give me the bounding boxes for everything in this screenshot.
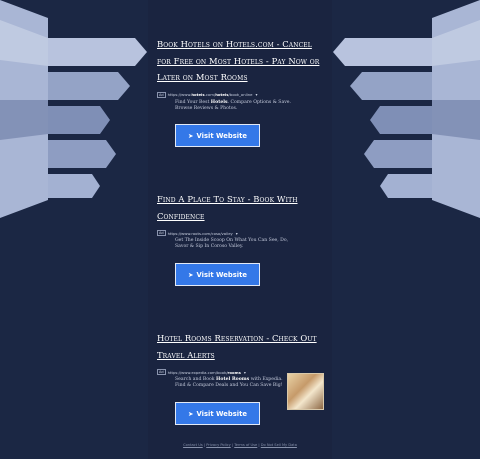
button-label: Visit Website bbox=[196, 270, 247, 279]
arrow-icon: ➤ bbox=[188, 131, 194, 140]
ad-result-1: Book Hotels on Hotels.com - Cancel for F… bbox=[157, 36, 327, 112]
decorative-left-art bbox=[0, 0, 147, 218]
arrow-icon: ➤ bbox=[188, 409, 194, 418]
visit-website-button[interactable]: ➤ Visit Website bbox=[175, 263, 260, 286]
display-url[interactable]: https://www.roots.com/coso/valley bbox=[168, 231, 233, 236]
visit-website-button[interactable]: ➤ Visit Website bbox=[175, 402, 260, 425]
footer-links: Contact Us | Privacy Policy | Terms of U… bbox=[148, 443, 332, 447]
decorative-right-art bbox=[333, 0, 480, 218]
ad-badge: Ad bbox=[157, 369, 166, 375]
ad-result-2: Find A Place To Stay - Book With Confide… bbox=[157, 191, 327, 250]
footer-link-privacy[interactable]: Privacy Policy bbox=[206, 443, 231, 447]
ad-result-3: Hotel Rooms Reservation - Check Out Trav… bbox=[157, 330, 327, 410]
dropdown-caret-icon[interactable]: ▾ bbox=[244, 370, 246, 375]
result-title-link[interactable]: Hotel Rooms Reservation - Check Out Trav… bbox=[157, 330, 327, 363]
hotel-thumbnail-image[interactable] bbox=[287, 373, 324, 410]
dropdown-caret-icon[interactable]: ▾ bbox=[256, 92, 258, 97]
visit-website-button[interactable]: ➤ Visit Website bbox=[175, 124, 260, 147]
dropdown-caret-icon[interactable]: ▾ bbox=[236, 231, 238, 236]
footer-link-contact[interactable]: Contact Us bbox=[183, 443, 203, 447]
button-label: Visit Website bbox=[196, 409, 247, 418]
footer-link-do-not-sell[interactable]: Do Not Sell My Data bbox=[261, 443, 297, 447]
result-description: Find Your Best Hotels. Compare Options &… bbox=[175, 99, 291, 111]
url-row: Ad https://www.roots.com/coso/valley ▾ bbox=[157, 229, 327, 237]
display-url[interactable]: https://www.expedia.com/book/rooms bbox=[168, 370, 241, 375]
result-title-link[interactable]: Find A Place To Stay - Book With Confide… bbox=[157, 191, 327, 224]
ad-badge: Ad bbox=[157, 91, 166, 98]
display-url[interactable]: https://www.hotels.com/hotels/book_onlin… bbox=[168, 92, 253, 97]
button-label: Visit Website bbox=[196, 131, 247, 140]
url-row: Ad https://www.hotels.com/hotels/book_on… bbox=[157, 91, 327, 99]
result-description: Get The Inside Scoop On What You Can See… bbox=[175, 238, 289, 249]
arrow-icon: ➤ bbox=[188, 270, 194, 279]
footer-link-terms[interactable]: Terms of Use bbox=[234, 443, 257, 447]
result-title-link[interactable]: Book Hotels on Hotels.com - Cancel for F… bbox=[157, 36, 327, 86]
ad-badge: Ad bbox=[157, 230, 166, 236]
